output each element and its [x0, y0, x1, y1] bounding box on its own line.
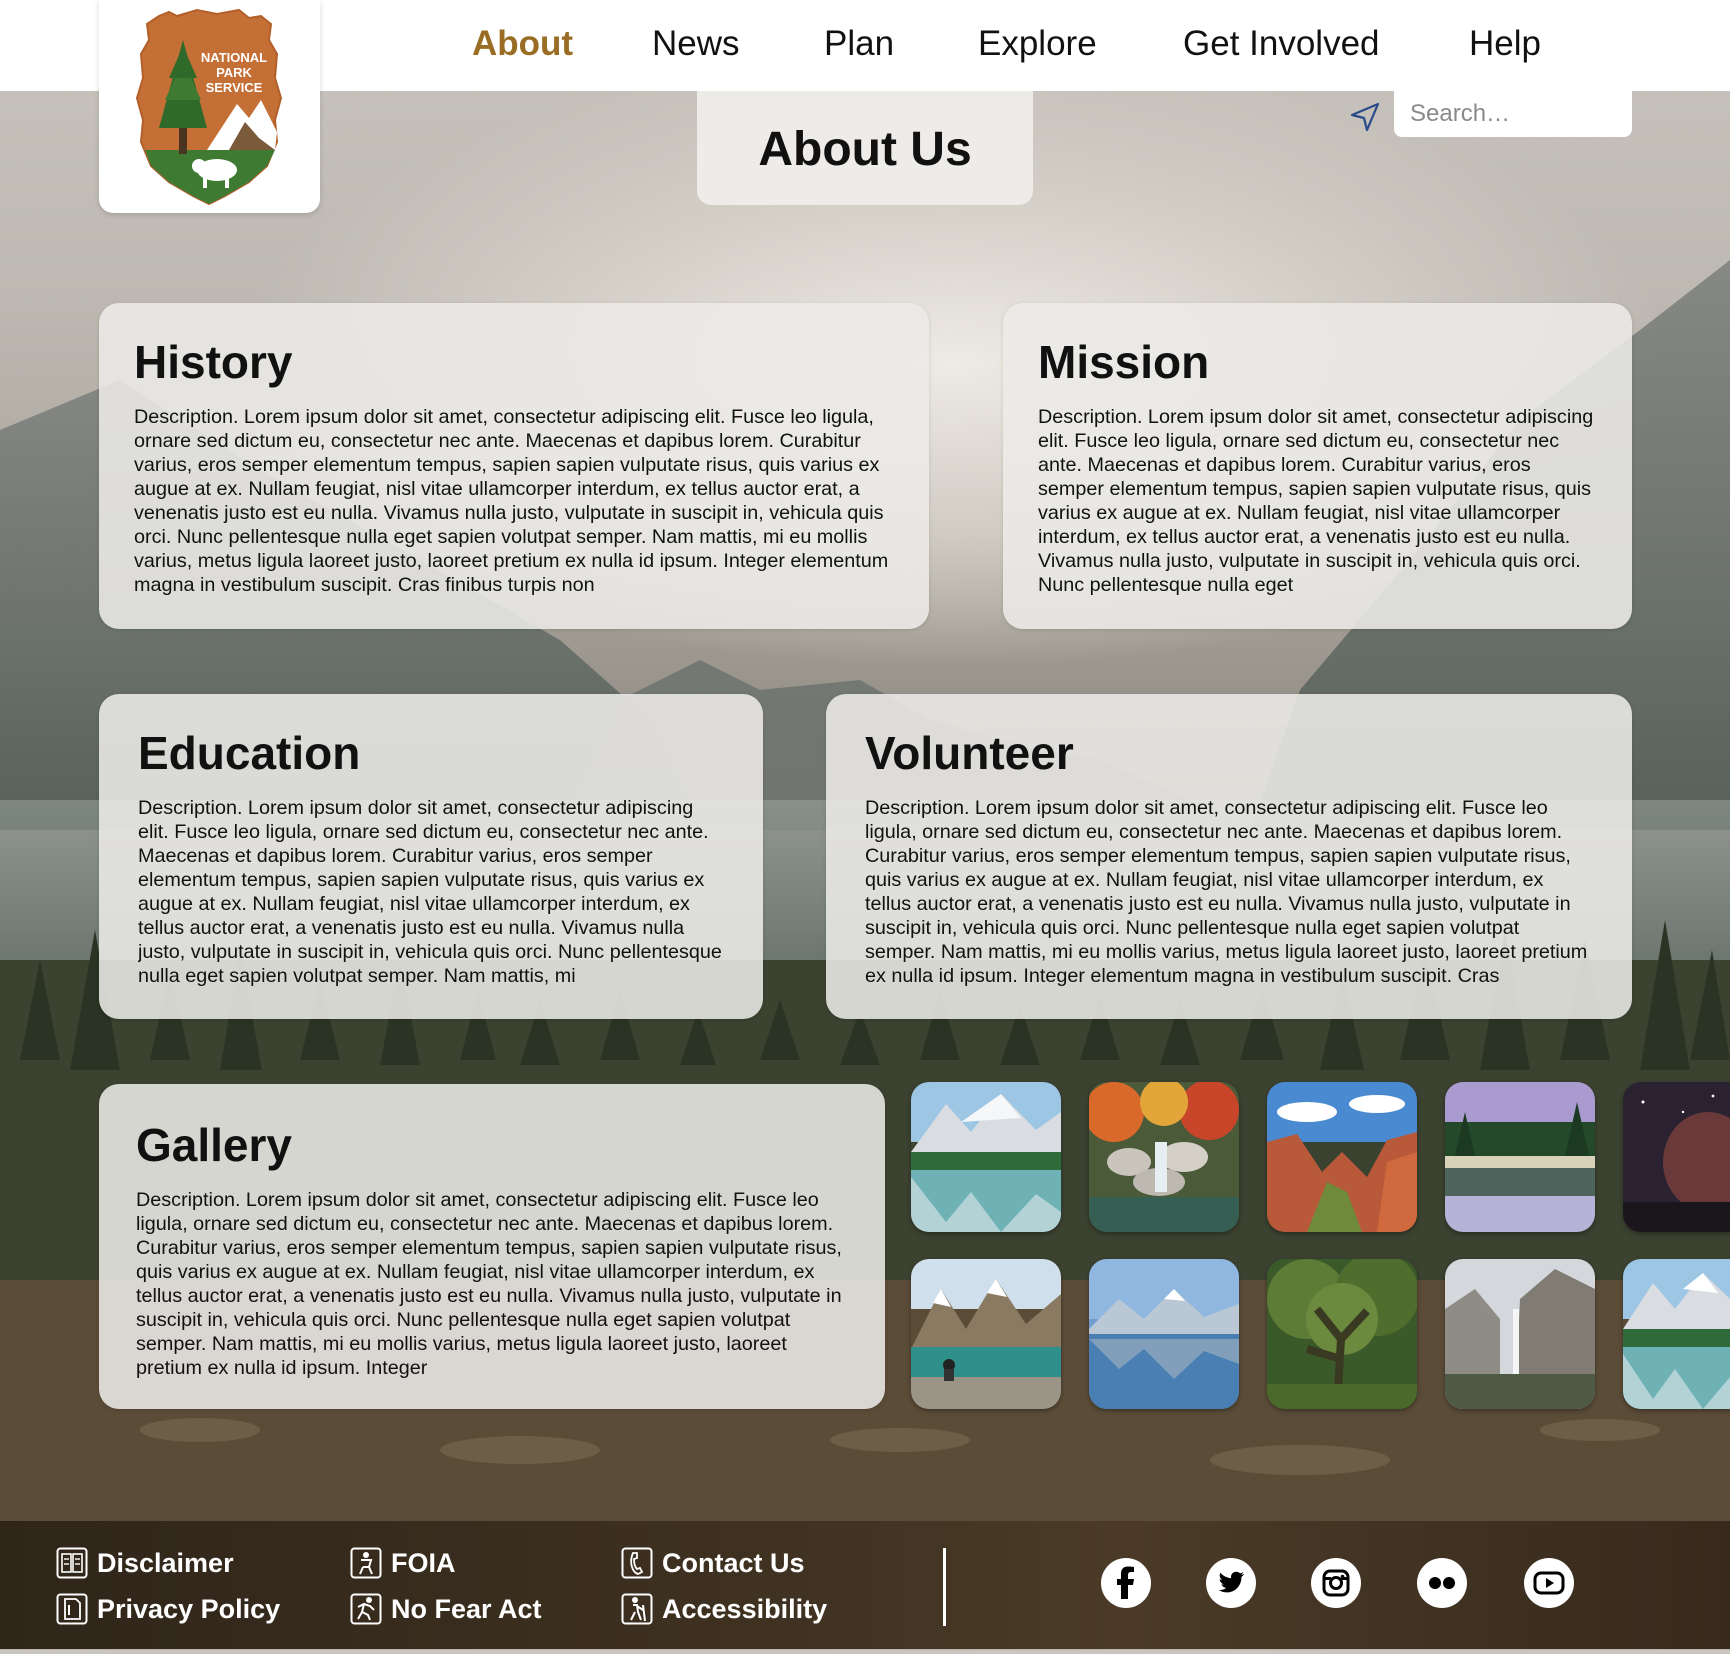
page-title-card: About Us — [697, 91, 1033, 205]
document-icon — [56, 1547, 88, 1579]
history-card: History Description. Lorem ipsum dolor s… — [99, 303, 929, 629]
volunteer-card: Volunteer Description. Lorem ipsum dolor… — [826, 694, 1632, 1019]
person-icon — [350, 1547, 382, 1579]
logo-text-service: SERVICE — [206, 80, 263, 95]
footer-disclaimer-link[interactable]: Disclaimer — [56, 1545, 234, 1581]
footer-divider — [943, 1548, 946, 1626]
gallery-thumb-forest-lake[interactable] — [1445, 1082, 1595, 1232]
footer-no-fear-act-link[interactable]: No Fear Act — [350, 1591, 542, 1627]
nav-plan[interactable]: Plan — [824, 24, 894, 64]
footer-privacy-label: Privacy Policy — [97, 1593, 281, 1624]
gallery-thumb-waterfall-garden[interactable] — [1089, 1082, 1239, 1232]
phone-icon — [621, 1547, 653, 1579]
footer-no-fear-act-label: No Fear Act — [391, 1593, 542, 1624]
search-input[interactable] — [1394, 91, 1632, 137]
flickr-icon[interactable] — [1417, 1558, 1467, 1608]
volunteer-title: Volunteer — [865, 727, 1074, 779]
nav-about[interactable]: About — [472, 24, 573, 64]
footer-accessibility-link[interactable]: Accessibility — [621, 1591, 827, 1627]
gallery-thumb-yosemite-waterfall[interactable] — [1445, 1259, 1595, 1409]
footer-foia-link[interactable]: FOIA — [350, 1545, 456, 1581]
twitter-icon[interactable] — [1206, 1558, 1256, 1608]
footer-foia-label: FOIA — [391, 1547, 456, 1578]
nps-logo[interactable]: NATIONAL PARK SERVICE — [99, 0, 320, 213]
footer-contact-link[interactable]: Contact Us — [621, 1545, 805, 1581]
gallery-thumb-night-sky[interactable] — [1623, 1082, 1730, 1232]
nav-explore[interactable]: Explore — [978, 24, 1097, 64]
education-title: Education — [138, 727, 361, 779]
mission-card: Mission Description. Lorem ipsum dolor s… — [1003, 303, 1632, 629]
gallery-card: Gallery Description. Lorem ipsum dolor s… — [99, 1084, 885, 1409]
gallery-thumb-mossy-tree[interactable] — [1267, 1259, 1417, 1409]
gallery-thumb-red-rock-canyon[interactable] — [1267, 1082, 1417, 1232]
gallery-thumb-mountain-lake[interactable] — [911, 1082, 1061, 1232]
history-title: History — [134, 336, 293, 388]
footer-contact-label: Contact Us — [662, 1547, 805, 1578]
logo-text-national: NATIONAL — [201, 50, 267, 65]
hiker-icon — [621, 1593, 653, 1625]
location-arrow-icon[interactable] — [1348, 100, 1382, 134]
gallery-thumb-lake-reflection[interactable] — [1089, 1259, 1239, 1409]
nav-news[interactable]: News — [652, 24, 740, 64]
mission-description: Description. Lorem ipsum dolor sit amet,… — [1038, 406, 1594, 596]
footer: Disclaimer Privacy Policy FOIA No Fear A… — [0, 1521, 1730, 1649]
education-description: Description. Lorem ipsum dolor sit amet,… — [138, 797, 722, 987]
gallery-thumb-alpine-lake-hikers[interactable] — [911, 1259, 1061, 1409]
nav-help[interactable]: Help — [1469, 24, 1541, 64]
youtube-icon[interactable] — [1524, 1558, 1574, 1608]
footer-disclaimer-label: Disclaimer — [97, 1547, 234, 1578]
volunteer-description: Description. Lorem ipsum dolor sit amet,… — [865, 797, 1588, 987]
facebook-icon[interactable] — [1101, 1558, 1151, 1608]
gallery-thumb-mountain-lake-2[interactable] — [1623, 1259, 1730, 1409]
logo-text-park: PARK — [216, 65, 252, 80]
nav-get-involved[interactable]: Get Involved — [1183, 24, 1380, 64]
page-title: About Us — [758, 123, 972, 176]
education-card: Education Description. Lorem ipsum dolor… — [99, 694, 763, 1019]
history-description: Description. Lorem ipsum dolor sit amet,… — [134, 406, 889, 596]
gallery-description: Description. Lorem ipsum dolor sit amet,… — [136, 1189, 842, 1379]
privacy-document-icon — [56, 1593, 88, 1625]
instagram-icon[interactable] — [1311, 1558, 1361, 1608]
mission-title: Mission — [1038, 336, 1210, 388]
footer-accessibility-label: Accessibility — [662, 1593, 828, 1624]
running-person-icon — [350, 1593, 382, 1625]
arrowhead-logo-icon: NATIONAL PARK SERVICE — [135, 8, 283, 206]
gallery-title: Gallery — [136, 1119, 292, 1171]
footer-privacy-link[interactable]: Privacy Policy — [56, 1591, 280, 1627]
